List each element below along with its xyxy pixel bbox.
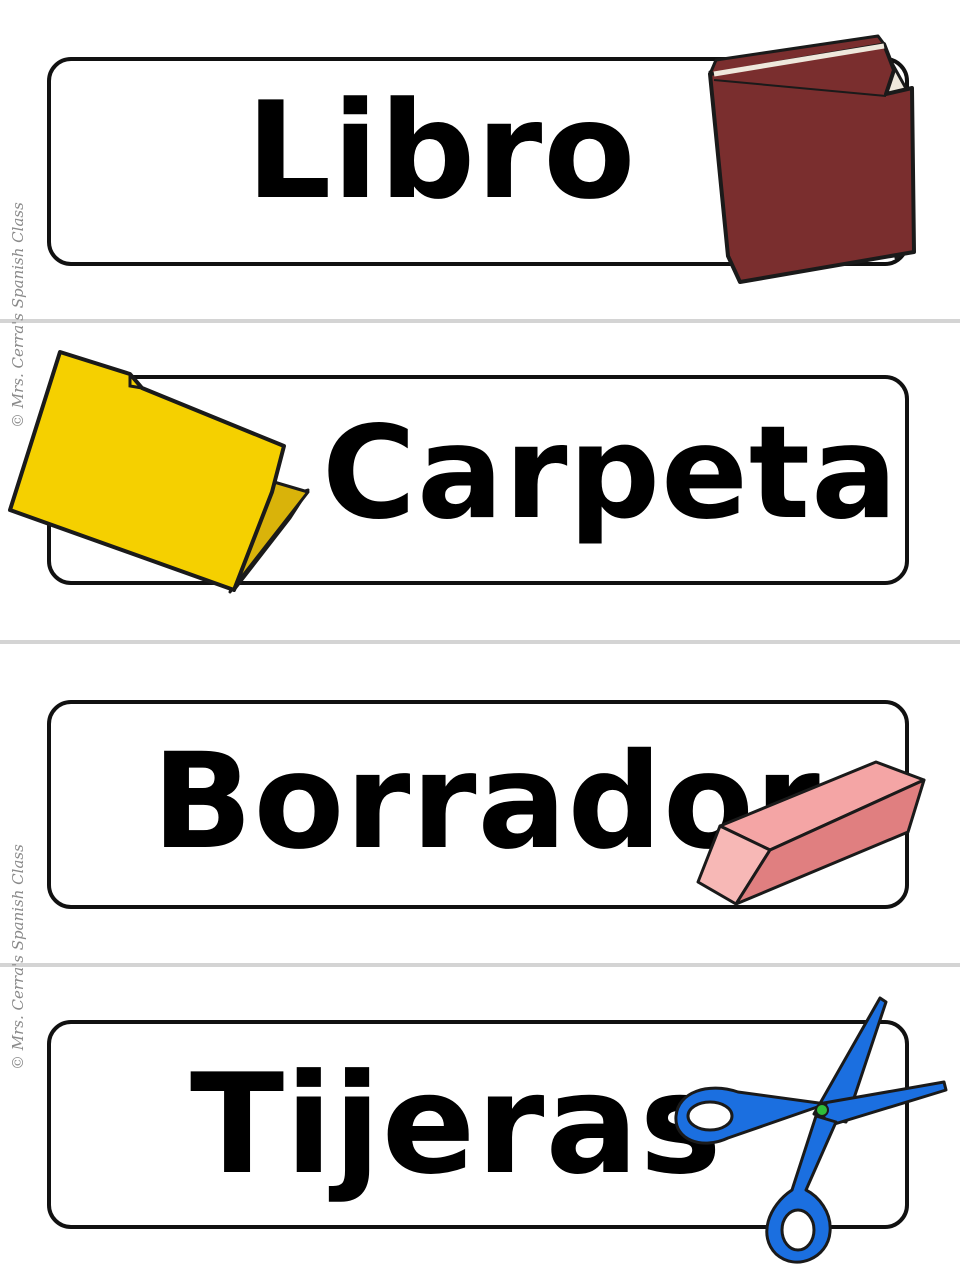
cut-line-divider [0,640,960,644]
eraser-icon [696,760,926,906]
flashcard-page: { "cards": [ { "word": "Libro", "image":… [0,0,960,1280]
copyright-watermark: © Mrs. Cerra's Spanish Class [9,844,27,1070]
card-word: Tijeras [190,1044,723,1205]
folder-icon [8,350,310,594]
cut-line-divider [0,963,960,967]
card-word: Carpeta [322,399,899,548]
book-icon [708,34,916,284]
scissors-icon [674,996,948,1264]
cut-line-divider [0,319,960,323]
card-word: Libro [246,73,637,229]
